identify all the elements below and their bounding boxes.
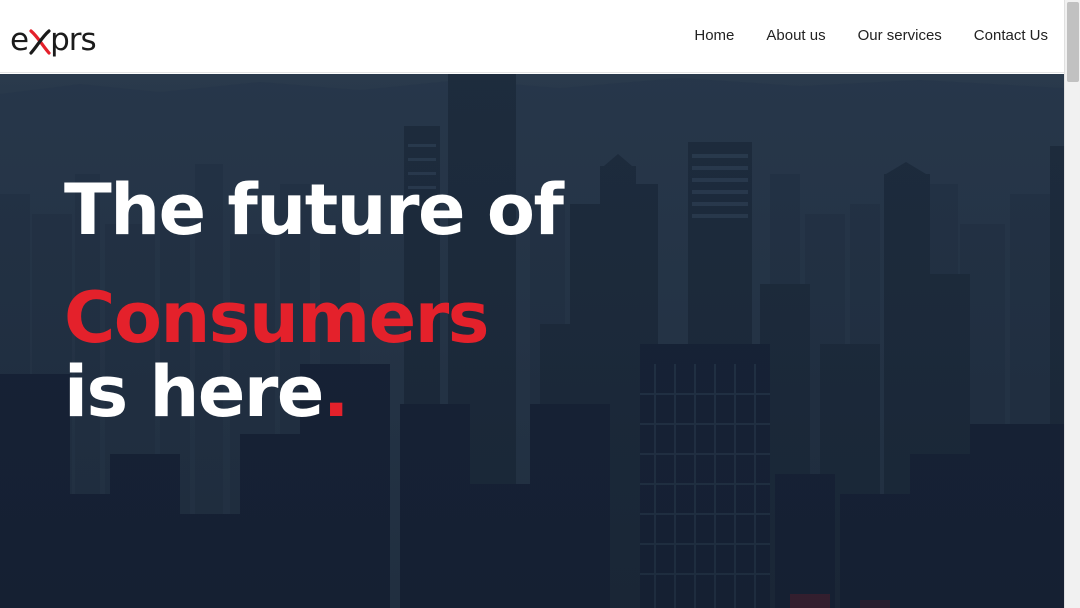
- page: e prs Home About us Our services Contact…: [0, 0, 1064, 608]
- main-nav: Home About us Our services Contact Us: [694, 26, 1048, 46]
- logo-x-icon: [28, 22, 51, 58]
- logo-text-right: prs: [50, 22, 97, 58]
- headline-line-1: The future of: [64, 169, 564, 251]
- headline-line-3: is here.: [64, 352, 562, 432]
- nav-home-link[interactable]: Home: [694, 26, 734, 46]
- headline-line-2: Consumers: [64, 277, 489, 359]
- site-header: e prs Home About us Our services Contact…: [0, 0, 1064, 73]
- logo-wordmark: e prs: [10, 22, 97, 58]
- hero-section: The future of Consumers is here.: [0, 74, 1064, 608]
- nav-contact-link[interactable]: Contact Us: [974, 26, 1048, 46]
- logo-text-left: e: [10, 22, 29, 58]
- nav-services-link[interactable]: Our services: [858, 26, 942, 46]
- brand-logo[interactable]: e prs: [10, 18, 97, 58]
- headline-line-3-text: is here: [64, 351, 324, 433]
- headline-accent-dot: .: [322, 351, 350, 433]
- nav-about-link[interactable]: About us: [766, 26, 825, 46]
- scrollbar-thumb[interactable]: [1067, 2, 1079, 82]
- hero-headline: The future of Consumers is here.: [64, 168, 564, 432]
- page-scrollbar[interactable]: [1064, 0, 1080, 608]
